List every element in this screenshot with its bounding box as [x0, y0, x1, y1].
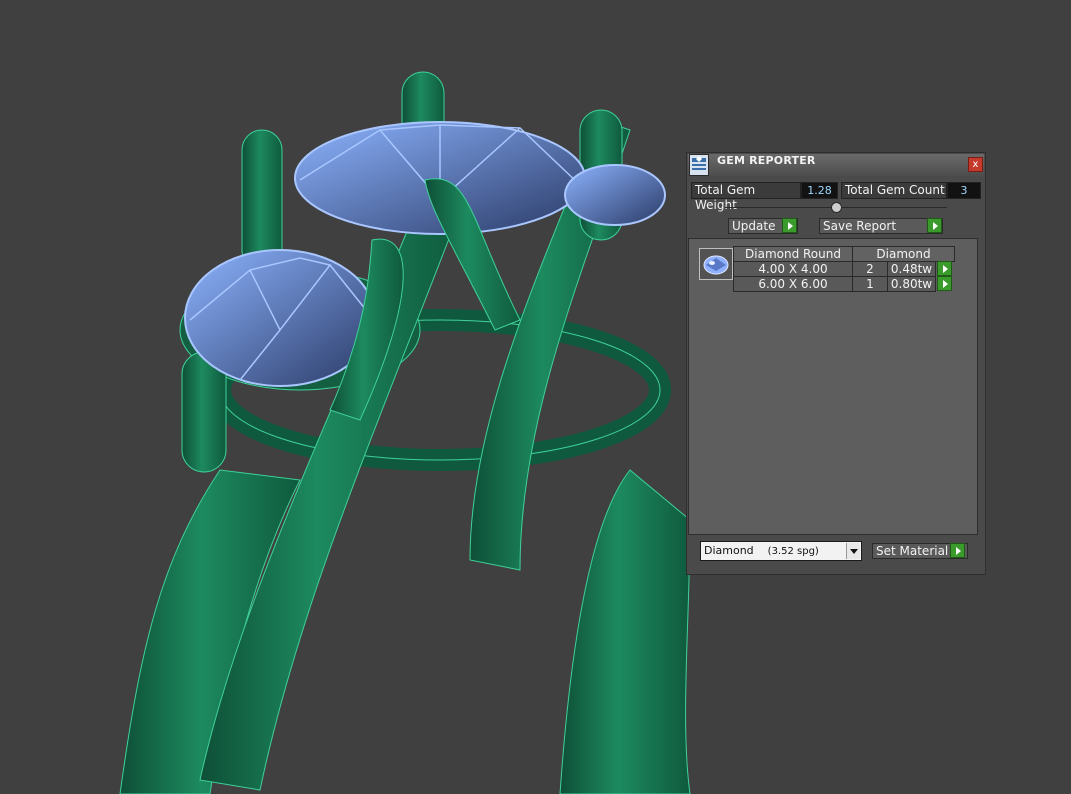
row-size: 4.00 X 4.00	[733, 261, 853, 277]
row-count: 1	[852, 276, 888, 292]
material-select-value: Diamond (3.52 spg)	[704, 544, 819, 559]
gem-reporter-app-icon-glyph	[692, 156, 706, 170]
row-go-icon[interactable]	[937, 276, 952, 291]
title-bar[interactable]: GEM REPORTER x	[688, 154, 984, 176]
table-header-shape: Diamond Round	[733, 246, 853, 262]
row-weight: 0.80tw	[887, 276, 936, 292]
material-density: (3.52 spg)	[767, 546, 819, 557]
update-button-label: Update	[732, 219, 776, 233]
table-header-material: Diamond	[852, 246, 955, 262]
diamond-icon	[703, 255, 729, 275]
row-go-icon[interactable]	[937, 261, 952, 276]
set-material-button-label: Set Material	[876, 544, 949, 558]
material-name: Diamond	[704, 544, 754, 557]
save-report-button-label: Save Report	[823, 219, 897, 233]
row-size: 6.00 X 6.00	[733, 276, 853, 292]
panel-title: GEM REPORTER	[717, 154, 816, 167]
set-material-go-icon[interactable]	[950, 543, 965, 558]
slider-handle[interactable]	[831, 202, 842, 213]
gem-list[interactable]: Diamond Round Diamond 4.00 X 4.00 2 0.48…	[688, 238, 978, 535]
update-go-icon[interactable]	[782, 218, 797, 233]
total-gem-count-value: 3	[947, 182, 981, 199]
save-report-go-icon[interactable]	[927, 218, 942, 233]
diamond-thumbnail[interactable]	[699, 248, 733, 280]
chevron-down-icon[interactable]	[846, 543, 860, 559]
total-gem-weight-value: 1.28	[801, 182, 838, 199]
save-report-button[interactable]: Save Report	[819, 218, 943, 234]
total-gem-count-label: Total Gem Count	[841, 182, 947, 199]
total-gem-weight-label: Total Gem Weight	[691, 182, 801, 212]
gem-reporter-panel: GEM REPORTER x Total Gem Weight 1.28 Tot…	[686, 152, 986, 575]
row-weight: 0.48tw	[887, 261, 936, 277]
close-icon[interactable]: x	[968, 157, 983, 172]
row-count: 2	[852, 261, 888, 277]
gem-reporter-app-icon	[689, 154, 709, 176]
material-select[interactable]: Diamond (3.52 spg)	[700, 541, 862, 561]
